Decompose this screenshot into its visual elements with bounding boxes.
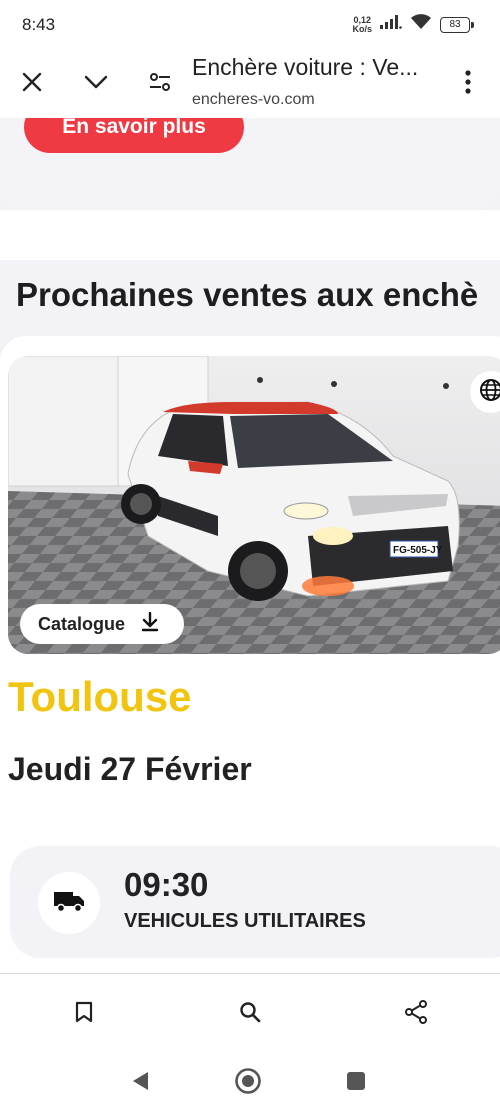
- signal-icon: [380, 15, 402, 34]
- sale-slot[interactable]: 09:30 VEHICULES UTILITAIRES: [10, 846, 500, 958]
- page-url[interactable]: encheres-vo.com: [192, 91, 315, 109]
- truck-icon: [53, 889, 85, 918]
- bookmark-icon[interactable]: [68, 996, 100, 1028]
- car-photo[interactable]: FG-505-JY Catalogue: [8, 356, 500, 654]
- battery-icon: 83: [440, 16, 474, 33]
- home-icon[interactable]: [234, 1067, 262, 1095]
- more-options-icon[interactable]: [452, 66, 484, 98]
- license-plate: FG-505-JY: [393, 545, 443, 556]
- network-speed-unit: Ko/s: [352, 23, 372, 34]
- download-icon: [141, 611, 159, 637]
- close-icon[interactable]: [16, 66, 48, 98]
- site-settings-icon[interactable]: [144, 66, 176, 98]
- section-divider: [0, 210, 500, 260]
- status-bar: 8:43 0,12 Ko/s 83: [0, 0, 500, 46]
- browser-toolbar: Enchère voiture : Ve... encheres-vo.com: [0, 46, 500, 118]
- section-title: Prochaines ventes aux enchè: [16, 276, 479, 313]
- truck-icon-circle: [38, 872, 100, 934]
- sale-card[interactable]: FG-505-JY Catalogue Toulouse Jeudi 27 Fé: [0, 336, 500, 973]
- web-page: En savoir plus Prochaines ventes aux enc…: [0, 118, 500, 973]
- sale-city: Toulouse: [8, 673, 192, 720]
- search-icon[interactable]: [234, 996, 266, 1028]
- status-icons: 0,12 Ko/s 83: [352, 14, 474, 35]
- status-time: 8:43: [22, 15, 56, 34]
- catalogue-download-button[interactable]: Catalogue: [20, 604, 184, 644]
- slot-category: VEHICULES UTILITAIRES: [124, 910, 366, 932]
- wifi-icon: [410, 14, 432, 35]
- learn-more-button[interactable]: En savoir plus: [24, 118, 244, 153]
- back-icon[interactable]: [126, 1067, 154, 1095]
- catalogue-label: Catalogue: [38, 613, 126, 634]
- globe-icon: [479, 378, 500, 407]
- chevron-down-icon[interactable]: [80, 66, 112, 98]
- recents-icon[interactable]: [342, 1067, 370, 1095]
- bottom-toolbar: [0, 973, 500, 1049]
- page-title: Enchère voiture : Ve...: [192, 54, 419, 80]
- promo-card: En savoir plus: [0, 118, 500, 210]
- share-icon[interactable]: [400, 996, 432, 1028]
- system-navigation-bar: [0, 1049, 500, 1111]
- slot-time: 09:30: [124, 866, 209, 903]
- network-speed: 0,12 Ko/s: [352, 15, 372, 34]
- sale-date: Jeudi 27 Février: [8, 751, 252, 787]
